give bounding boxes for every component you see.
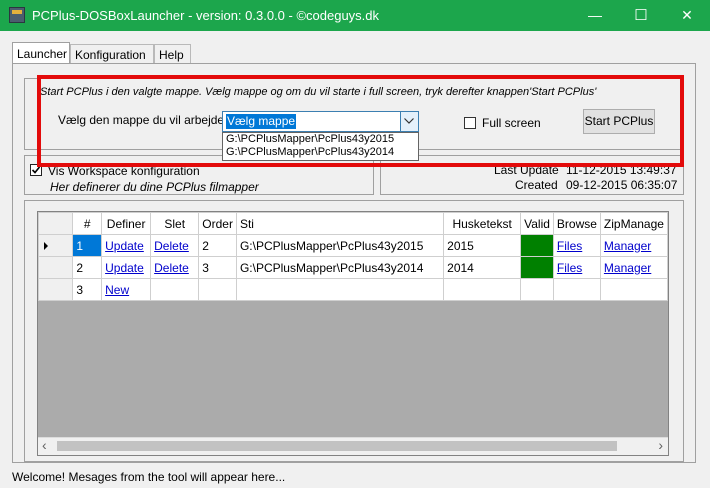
grid-table: # Definer Slet Order Sti Husketekst Vali… — [38, 212, 668, 301]
status-message: Welcome! Mesages from the tool will appe… — [12, 470, 286, 484]
created-value: 09-12-2015 06:35:07 — [566, 178, 678, 192]
valid-indicator — [520, 256, 554, 279]
empty-cell[interactable] — [552, 278, 601, 301]
new-link[interactable]: New — [105, 283, 129, 297]
row-header[interactable] — [38, 278, 74, 301]
column-header[interactable]: Definer — [101, 212, 152, 235]
tab-konfiguration[interactable]: Konfiguration — [70, 44, 154, 64]
maximize-button[interactable]: ☐ — [618, 0, 664, 31]
order-cell[interactable]: 3 — [198, 256, 237, 279]
column-header[interactable]: Browse — [552, 212, 601, 235]
empty-cell[interactable] — [520, 278, 554, 301]
row-header[interactable] — [38, 256, 74, 279]
folder-option[interactable]: G:\PCPlusMapper\PcPlus43y2015 — [223, 133, 418, 146]
column-header[interactable]: Order — [198, 212, 237, 235]
update-link[interactable]: Update — [105, 239, 144, 253]
column-header[interactable]: ZipManage — [599, 212, 668, 235]
column-header[interactable]: Valid — [520, 212, 554, 235]
current-row-icon — [44, 241, 48, 250]
memo-cell[interactable]: 2014 — [443, 256, 522, 279]
horizontal-scrollbar[interactable]: ‹ › — [38, 437, 668, 455]
manager-link[interactable]: Manager — [604, 239, 651, 253]
order-cell[interactable]: 2 — [198, 234, 237, 257]
empty-cell[interactable] — [235, 278, 445, 301]
manager-link[interactable]: Manager — [604, 261, 651, 275]
empty-cell[interactable] — [150, 278, 200, 301]
column-header[interactable]: Sti — [235, 212, 445, 235]
table-row[interactable]: 2 Update Delete 3 G:\PCPlusMapper\PcPlus… — [38, 256, 668, 279]
row-header[interactable] — [38, 234, 74, 257]
close-button[interactable]: ✕ — [664, 0, 710, 31]
column-header[interactable]: Slet — [150, 212, 200, 235]
row-header-corner — [38, 212, 74, 235]
workspace-description: Her definerer du dine PCPlus filmapper — [50, 180, 259, 194]
workspace-grid: # Definer Slet Order Sti Husketekst Vali… — [37, 211, 669, 456]
column-header[interactable]: # — [72, 212, 103, 235]
path-cell[interactable]: G:\PCPlusMapper\PcPlus43y2015 — [235, 234, 445, 257]
title-bar: PCPlus-DOSBoxLauncher - version: 0.3.0.0… — [0, 0, 710, 31]
folder-option[interactable]: G:\PCPlusMapper\PcPlus43y2014 — [223, 146, 418, 159]
tab-launcher[interactable]: Launcher — [12, 42, 70, 64]
empty-cell[interactable] — [198, 278, 237, 301]
scroll-left-icon[interactable]: ‹ — [42, 437, 47, 453]
files-link[interactable]: Files — [557, 239, 582, 253]
update-link[interactable]: Update — [105, 261, 144, 275]
minimize-button[interactable]: — — [572, 0, 618, 31]
created-label: Created — [515, 178, 558, 192]
row-number-cell[interactable]: 2 — [72, 256, 103, 279]
row-number-cell[interactable]: 1 — [72, 234, 103, 257]
valid-indicator — [520, 234, 554, 257]
grid-header-row: # Definer Slet Order Sti Husketekst Vali… — [38, 212, 668, 235]
empty-cell[interactable] — [599, 278, 668, 301]
path-cell[interactable]: G:\PCPlusMapper\PcPlus43y2014 — [235, 256, 445, 279]
app-icon — [9, 7, 25, 23]
scroll-right-icon[interactable]: › — [658, 437, 663, 453]
window-title: PCPlus-DOSBoxLauncher - version: 0.3.0.0… — [32, 8, 380, 23]
files-link[interactable]: Files — [557, 261, 582, 275]
empty-cell[interactable] — [443, 278, 522, 301]
delete-link[interactable]: Delete — [154, 261, 189, 275]
scroll-thumb[interactable] — [57, 441, 617, 451]
folder-dropdown-list: G:\PCPlusMapper\PcPlus43y2015 G:\PCPlusM… — [222, 132, 419, 161]
column-header[interactable]: Husketekst — [443, 212, 522, 235]
table-row[interactable]: 3 New — [38, 278, 668, 301]
row-number-cell[interactable]: 3 — [72, 278, 103, 301]
memo-cell[interactable]: 2015 — [443, 234, 522, 257]
table-row[interactable]: 1 Update Delete 2 G:\PCPlusMapper\PcPlus… — [38, 234, 668, 257]
delete-link[interactable]: Delete — [154, 239, 189, 253]
tab-help[interactable]: Help — [154, 44, 191, 64]
